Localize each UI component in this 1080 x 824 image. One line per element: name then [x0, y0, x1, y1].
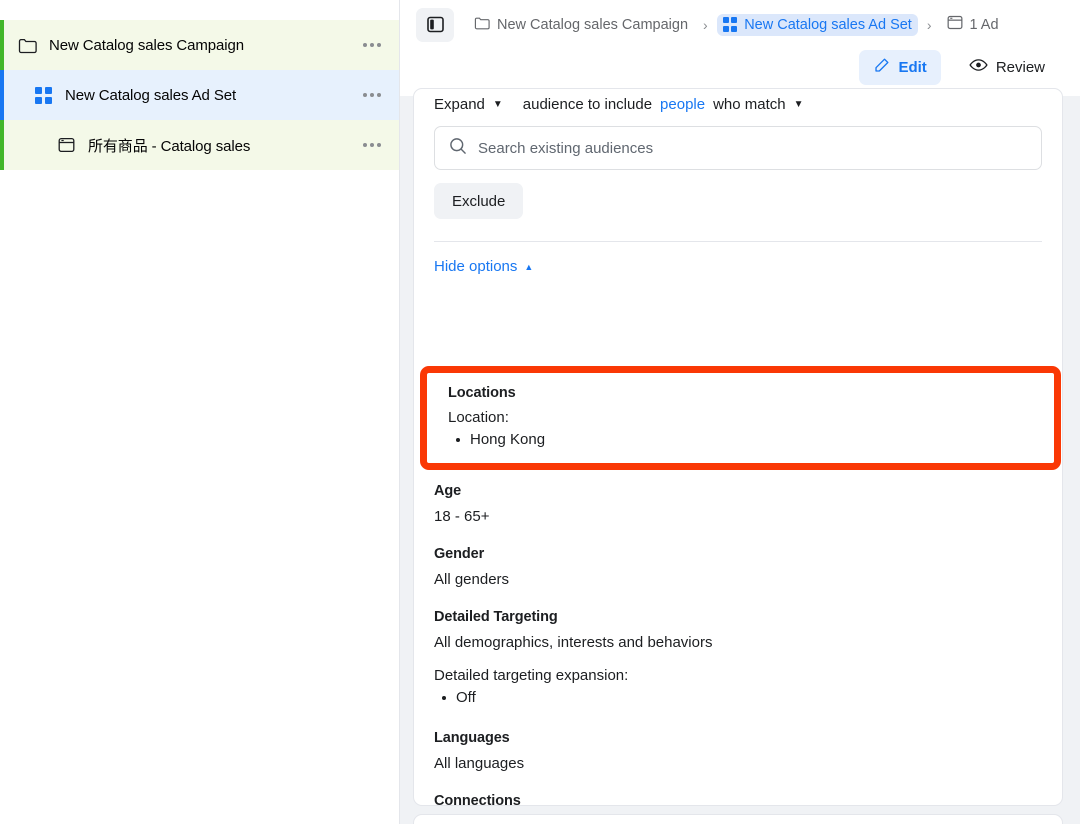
sidebar-item-label: New Catalog sales Ad Set [65, 86, 237, 104]
breadcrumb-item-adset[interactable]: New Catalog sales Ad Set [716, 13, 918, 36]
adset-row-more-menu-icon[interactable] [359, 87, 385, 103]
sidebar-item-label: 所有商品 - Catalog sales [88, 137, 251, 155]
locations-highlight-box: Locations Location: Hong Kong [420, 366, 1061, 470]
sidebar-item-label: New Catalog sales Campaign [49, 36, 245, 54]
sidebar-item-campaign[interactable]: New Catalog sales Campaign [0, 20, 399, 70]
row-accent-bar [0, 20, 4, 70]
connections-section: Connections All people [434, 793, 1042, 806]
campaign-row-more-menu-icon[interactable] [359, 37, 385, 53]
locations-section: Locations Location: Hong Kong [427, 373, 1054, 451]
expand-audience-row: Expand ▼ audience to include people who … [434, 91, 1042, 117]
ad-card-icon [947, 15, 963, 34]
breadcrumb-label: 1 Ad [969, 16, 999, 33]
expand-text-after: who match [713, 95, 786, 113]
detailed-targeting-expansion-list: Off [434, 687, 1042, 709]
age-title: Age [434, 483, 462, 499]
folder-icon [474, 16, 490, 34]
search-input[interactable] [478, 139, 1027, 157]
expand-text-before: audience to include [522, 95, 653, 113]
sidebar-item-adset[interactable]: New Catalog sales Ad Set [0, 70, 399, 120]
search-audiences-box[interactable] [434, 126, 1042, 170]
search-icon [449, 137, 467, 160]
breadcrumb-separator: › [703, 16, 708, 33]
sidebar-top-spacer [0, 0, 399, 20]
folder-icon [16, 34, 38, 56]
age-value: 18 - 65+ [434, 508, 490, 525]
breadcrumb-item-campaign[interactable]: New Catalog sales Campaign [468, 13, 694, 37]
row-accent-bar [0, 120, 4, 170]
hide-options-link[interactable]: Hide options ▲ [434, 258, 533, 275]
breadcrumb-item-ad[interactable]: 1 Ad [941, 12, 1005, 37]
chevron-down-icon[interactable]: ▼ [493, 99, 503, 110]
list-item: Off [434, 687, 1042, 709]
card-body: Expand ▼ audience to include people who … [414, 91, 1062, 276]
targeting-sections: Age 18 - 65+ Gender All genders Detailed… [414, 483, 1062, 806]
languages-value: All languages [434, 755, 525, 772]
locations-list: Hong Kong [448, 429, 1038, 451]
chevron-up-icon: ▲ [524, 261, 534, 272]
breadcrumb: New Catalog sales Campaign › New Catalog… [416, 0, 1064, 45]
review-button-label: Review [995, 58, 1045, 76]
review-button[interactable]: Review [955, 50, 1059, 84]
panel-toggle-icon[interactable] [416, 7, 454, 42]
pencil-icon [873, 57, 890, 78]
eye-icon [969, 57, 988, 77]
languages-section: Languages All languages [434, 730, 1042, 772]
list-item: Hong Kong [448, 429, 1038, 451]
grid-icon [32, 84, 54, 106]
sidebar-item-ad[interactable]: 所有商品 - Catalog sales [0, 120, 399, 170]
exclude-button[interactable]: Exclude [434, 183, 524, 219]
hide-options-label: Hide options [434, 258, 518, 275]
detailed-targeting-title: Detailed Targeting [434, 609, 558, 625]
edit-button[interactable]: Edit [859, 49, 941, 85]
section-divider [434, 241, 1042, 242]
locations-sub-label: Location: [448, 409, 509, 426]
people-link[interactable]: people [660, 96, 705, 113]
languages-title: Languages [434, 730, 510, 746]
breadcrumb-label: New Catalog sales Campaign [497, 16, 689, 33]
gender-section: Gender All genders [434, 546, 1042, 588]
campaign-tree-sidebar: New Catalog sales Campaign New Catalog s… [0, 0, 400, 824]
chevron-down-icon-2[interactable]: ▼ [794, 99, 804, 110]
locations-title: Locations [448, 385, 516, 401]
main-panel: New Catalog sales Campaign › New Catalog… [400, 0, 1080, 824]
breadcrumb-separator: › [926, 16, 932, 33]
row-accent-bar [0, 70, 4, 120]
connections-title: Connections [434, 793, 521, 806]
gender-value: All genders [434, 571, 510, 588]
breadcrumb-label: New Catalog sales Ad Set [744, 16, 912, 33]
detailed-targeting-value: All demographics, interests and behavior… [434, 634, 713, 651]
ad-card-icon [55, 134, 77, 156]
adset-summary-card: Expand ▼ audience to include people who … [413, 88, 1063, 806]
topbar-actions: Edit Review [416, 45, 1064, 89]
app-root: New Catalog sales Campaign New Catalog s… [0, 0, 1080, 824]
gender-title: Gender [434, 546, 485, 562]
detailed-targeting-section: Detailed Targeting All demographics, int… [434, 609, 1042, 709]
next-section-card [413, 814, 1063, 824]
ad-row-more-menu-icon[interactable] [359, 137, 385, 153]
topbar: New Catalog sales Campaign › New Catalog… [400, 0, 1080, 96]
detailed-targeting-expansion-label: Detailed targeting expansion: [434, 667, 629, 684]
expand-dropdown[interactable]: Expand [434, 96, 485, 113]
age-section: Age 18 - 65+ [434, 483, 1042, 525]
grid-icon [722, 17, 738, 32]
edit-button-label: Edit [898, 58, 927, 76]
